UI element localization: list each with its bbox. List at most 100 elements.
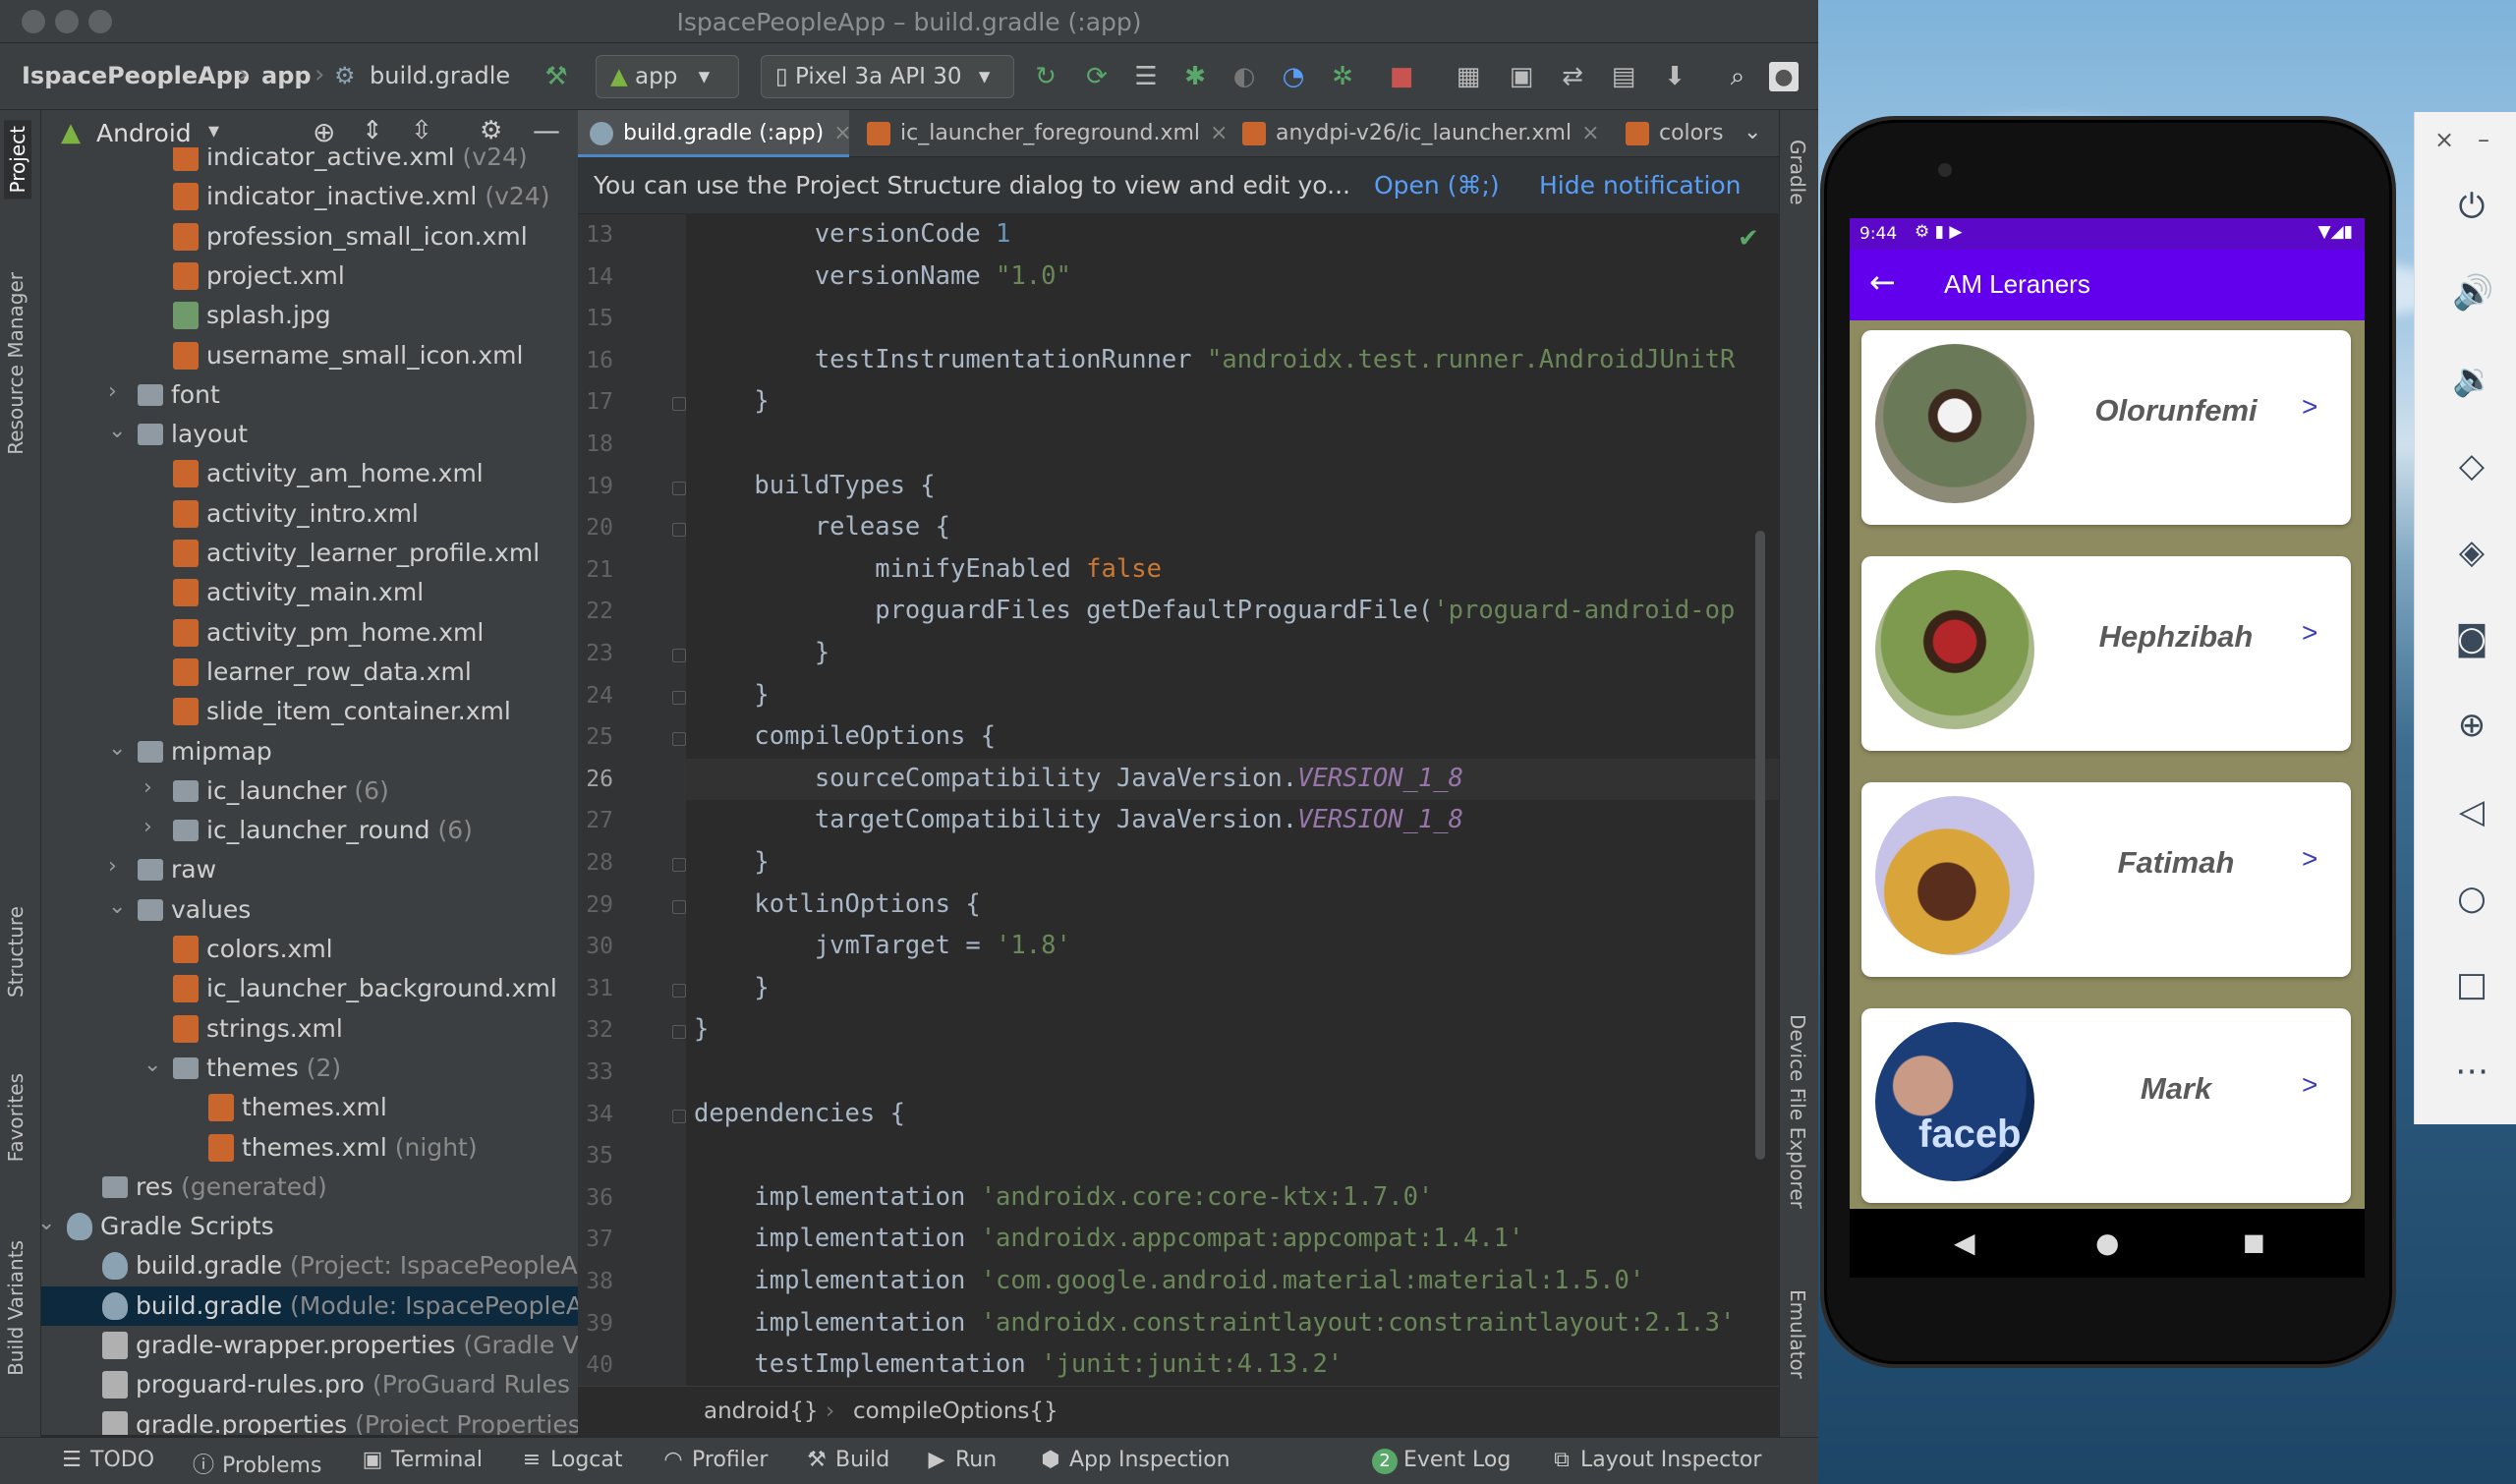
tool-run[interactable]: ▶ Run [924,1448,998,1472]
fold-marker-icon[interactable] [672,1109,686,1123]
editor-tab[interactable]: colors [1614,110,1742,157]
overview-icon[interactable]: □ [2452,965,2491,1004]
learner-card[interactable]: Hephzibah > [1861,556,2351,751]
tab-resource-manager[interactable]: Resource Manager [4,272,28,455]
chevron-down-icon[interactable]: ⌄ [108,736,126,761]
debug-icon[interactable]: ✱ [1177,59,1213,94]
minimize-icon[interactable]: – [2478,126,2489,153]
chevron-down-icon[interactable]: ⌄ [143,1053,161,1077]
tree-item[interactable]: › raw [41,850,578,889]
tree-item[interactable]: project.xml [41,257,578,296]
make-project-icon[interactable]: ⚒ [539,59,574,94]
crumb-module[interactable]: app [261,62,312,89]
tree-item[interactable]: gradle.properties (Project Properties) [41,1405,578,1435]
editor-scrollbar[interactable] [1755,531,1765,1160]
rotate-left-icon[interactable]: ◇ [2452,446,2491,485]
tree-item[interactable]: activity_am_home.xml [41,454,578,493]
run-list-icon[interactable]: ☰ [1128,59,1164,94]
volume-up-icon[interactable]: 🔊 [2452,273,2493,313]
gear-icon[interactable]: ⚙ [480,116,502,145]
fold-marker-icon[interactable] [672,1025,686,1040]
tool-layout-inspector[interactable]: ⧉ Layout Inspector [1549,1448,1761,1472]
zoom-icon[interactable]: ⊕ [2452,706,2491,745]
tree-item[interactable]: build.gradle (Module: IspacePeopleApp.ap… [41,1285,578,1326]
fold-marker-icon[interactable] [672,481,686,495]
crumb-project[interactable]: IspacePeopleApp [22,62,250,89]
tree-item[interactable]: activity_pm_home.xml [41,613,578,653]
nav-home-icon[interactable]: ● [2095,1227,2119,1259]
rotate-right-icon[interactable]: ◈ [2452,533,2491,572]
power-icon[interactable]: ⏻ [2452,187,2491,226]
tree-item[interactable]: activity_main.xml [41,573,578,612]
tree-item[interactable]: ⌄ mipmap [41,732,578,771]
fold-marker-icon[interactable] [672,899,686,914]
fold-marker-icon[interactable] [672,649,686,662]
device-select[interactable]: ▯ Pixel 3a API 30 ▾ [761,55,1014,98]
chevron-down-icon[interactable]: ⌄ [41,1211,55,1235]
tree-item[interactable]: ⌄ layout [41,415,578,454]
tree-item[interactable]: profession_small_icon.xml [41,217,578,257]
tree-item[interactable]: indicator_active.xml (v24) [41,147,578,177]
learner-card[interactable]: Fatimah > [1861,782,2351,977]
account-icon[interactable]: ● [1769,62,1799,91]
tool-terminal[interactable]: ▣ Terminal [360,1448,483,1472]
tool-event-log[interactable]: 2 Event Log [1372,1448,1511,1474]
sdk-manager-icon[interactable]: ⬇ [1657,59,1692,94]
tab-gradle[interactable]: Gradle [1786,140,1809,205]
view-mode-select[interactable]: Android [96,119,192,147]
volume-down-icon[interactable]: 🔉 [2452,360,2493,399]
tree-item[interactable]: ic_launcher_background.xml [41,969,578,1008]
breadcrumb-android[interactable]: android{} [704,1398,819,1424]
close-icon[interactable]: × [2434,126,2454,153]
expand-all-icon[interactable]: ⇕ [362,116,383,145]
hide-notification-link[interactable]: Hide notification [1539,171,1742,200]
close-icon[interactable]: × [833,121,851,145]
nav-recents-icon[interactable]: ■ [2243,1228,2265,1256]
tree-item[interactable]: learner_row_data.xml [41,653,578,692]
tree-item[interactable]: slide_item_container.xml [41,692,578,731]
tree-item[interactable]: strings.xml [41,1009,578,1049]
editor-tab[interactable]: anydpi-v26/ic_launcher.xml × [1230,110,1614,157]
tab-list-chevron-icon[interactable]: ⌄ [1744,120,1761,144]
emulator-screen[interactable]: 9:44 ⚙ ▮ ▶ ▼◢▮ ← AM Leraners Olorunfemi … [1850,218,2365,1209]
close-icon[interactable]: × [1210,121,1228,145]
tab-device-file-explorer[interactable]: Device File Explorer [1786,1014,1809,1209]
tree-item[interactable]: colors.xml [41,930,578,969]
tab-structure[interactable]: Structure [4,906,28,998]
layout-inspector-icon[interactable]: ▣ [1504,59,1539,94]
tree-item[interactable]: › ic_launcher (6) [41,771,578,811]
tree-item[interactable]: ⌄ Gradle Scripts [41,1207,578,1246]
fold-marker-icon[interactable] [672,858,686,872]
nav-back-icon[interactable]: ◀ [1954,1227,1975,1259]
coverage-icon[interactable]: ◐ [1227,59,1262,94]
tool-todo[interactable]: ☰ TODO [59,1448,154,1472]
tree-item[interactable]: themes.xml (night) [41,1128,578,1168]
fold-marker-icon[interactable] [672,983,686,998]
back-arrow-icon[interactable]: ← [1869,263,1896,301]
tree-item[interactable]: › font [41,375,578,415]
hide-panel-icon[interactable]: — [533,114,560,146]
tree-item[interactable]: indicator_inactive.xml (v24) [41,177,578,216]
open-project-structure-link[interactable]: Open (⌘;) [1374,171,1500,200]
more-icon[interactable]: ⋯ [2452,1052,2491,1091]
device-manager-icon[interactable]: ▤ [1606,59,1641,94]
tab-build-variants[interactable]: Build Variants [4,1240,28,1376]
fold-marker-icon[interactable] [672,690,686,705]
project-structure-icon[interactable]: ▦ [1451,59,1486,94]
collapse-all-icon[interactable]: ⇳ [411,116,432,145]
code-editor[interactable]: versionCode 1 versionName "1.0" testInst… [686,214,1779,1386]
profile-icon[interactable]: ◔ [1276,59,1311,94]
learner-card[interactable]: faceb Mark > [1861,1008,2351,1203]
tree-item[interactable]: username_small_icon.xml [41,336,578,375]
tree-item[interactable]: proguard-rules.pro (ProGuard Rules for I… [41,1365,578,1404]
tree-item[interactable]: themes.xml [41,1088,578,1127]
camera-icon[interactable]: ◙ [2452,619,2491,658]
locate-file-icon[interactable]: ⊕ [313,116,335,148]
back-icon[interactable]: ◁ [2452,792,2491,831]
close-icon[interactable]: × [1581,121,1599,145]
tree-item[interactable]: gradle-wrapper.properties (Gradle Versio… [41,1326,578,1365]
tool-build[interactable]: ⚒ Build [804,1448,889,1472]
tool-app-inspection[interactable]: ⬢ App Inspection [1038,1448,1229,1472]
breadcrumb-compile-options[interactable]: compileOptions{} [853,1398,1058,1424]
tree-item[interactable]: activity_intro.xml [41,494,578,534]
